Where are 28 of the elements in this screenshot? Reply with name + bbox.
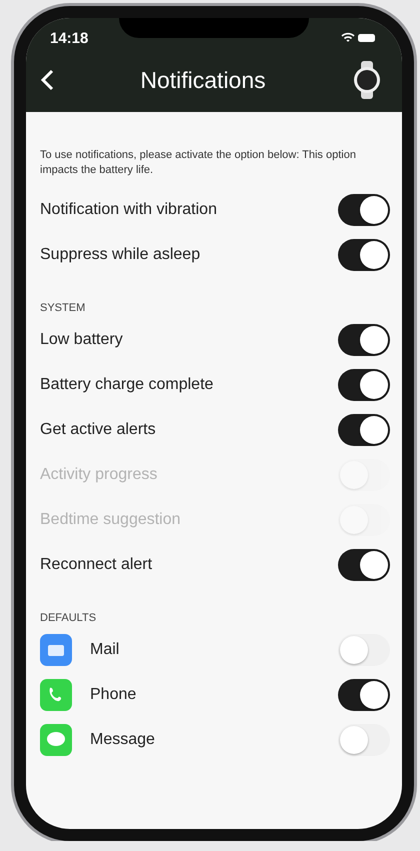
- setting-label: Reconnect alert: [40, 556, 154, 574]
- back-icon[interactable]: [40, 69, 54, 91]
- setting-label: Activity progress: [40, 466, 158, 484]
- setting-label: Notification with vibration: [40, 201, 218, 220]
- toggle-switch[interactable]: [338, 414, 390, 446]
- setting-label: Low battery: [40, 331, 124, 350]
- setting-label: Bedtime suggestion: [40, 511, 182, 530]
- toggle-switch[interactable]: [338, 369, 390, 402]
- toggle-switch[interactable]: [338, 194, 390, 226]
- setting-label: Phone: [90, 686, 138, 704]
- setting-label: Message: [90, 731, 156, 750]
- intro-text: To use notifications, please activate the option below: This option impacts the battery life.: [40, 148, 357, 178]
- section-header: SYSTEM: [40, 302, 86, 314]
- toggle-switch[interactable]: [338, 634, 390, 666]
- toggle-switch[interactable]: [338, 324, 390, 356]
- setting-label: Get active alerts: [40, 421, 157, 440]
- toggle-switch[interactable]: [338, 549, 390, 582]
- toggle-switch[interactable]: [338, 724, 390, 756]
- signal-battery-icon: [340, 32, 376, 44]
- setting-label: Battery charge complete: [40, 376, 214, 394]
- nav-title: Notifications: [140, 66, 266, 94]
- section-header: DEFAULTS: [40, 612, 98, 624]
- setting-label: Suppress while asleep: [40, 246, 202, 264]
- status-time: 14:18: [50, 30, 88, 46]
- watch-icon[interactable]: [352, 61, 382, 99]
- setting-label: Mail: [90, 641, 120, 660]
- toggle-switch[interactable]: [338, 679, 390, 712]
- toggle-switch[interactable]: [338, 239, 390, 272]
